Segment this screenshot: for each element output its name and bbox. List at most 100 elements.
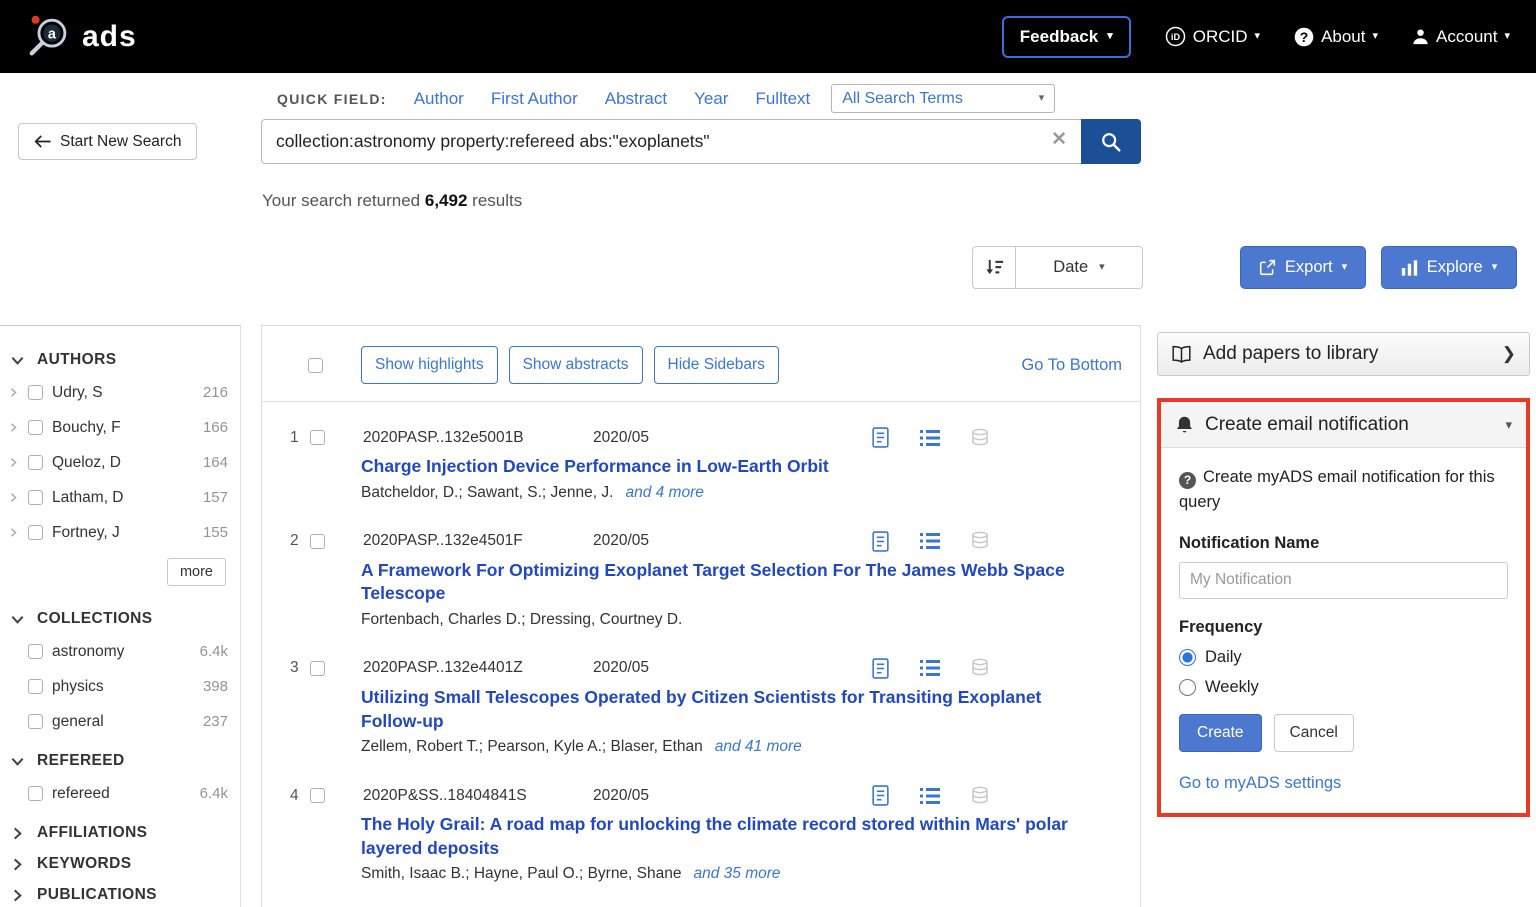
search-submit-button[interactable]: [1081, 119, 1141, 164]
quick-field-fulltext[interactable]: Fulltext: [755, 89, 810, 109]
sort-field-dropdown[interactable]: Date ▾: [1016, 246, 1143, 289]
result-title-link[interactable]: A Framework For Optimizing Exoplanet Tar…: [361, 559, 1069, 606]
chevron-right-icon[interactable]: [8, 527, 23, 538]
abstract-document-icon[interactable]: [871, 785, 890, 806]
add-papers-to-library[interactable]: Add papers to library ❯: [1157, 332, 1530, 376]
facet-checkbox[interactable]: [28, 679, 43, 694]
facet-checkbox[interactable]: [28, 455, 43, 470]
data-products-icon[interactable]: [970, 786, 990, 806]
result-checkbox[interactable]: [310, 534, 325, 549]
result-checkbox[interactable]: [310, 661, 325, 676]
references-list-icon[interactable]: [920, 659, 940, 677]
quick-field-first-author[interactable]: First Author: [491, 89, 578, 109]
action-row: Date ▾ Export ▾ Explore ▾: [0, 225, 1536, 310]
result-title-link[interactable]: Utilizing Small Telescopes Operated by C…: [361, 686, 1069, 733]
ads-brand[interactable]: a ads: [26, 13, 137, 61]
chevron-right-icon[interactable]: [8, 457, 23, 468]
facet-checkbox[interactable]: [28, 385, 43, 400]
facet-item-collection[interactable]: astronomy 6.4k: [8, 634, 228, 669]
select-all-checkbox[interactable]: [308, 358, 323, 373]
facet-checkbox[interactable]: [28, 786, 43, 801]
quick-field-abstract[interactable]: Abstract: [605, 89, 667, 109]
result-title-link[interactable]: The Holy Grail: A road map for unlocking…: [361, 813, 1069, 860]
export-button[interactable]: Export ▾: [1240, 246, 1366, 289]
result-title-link[interactable]: Charge Injection Device Performance in L…: [361, 455, 1069, 479]
chevron-right-icon[interactable]: [8, 492, 23, 503]
facet-group-collections[interactable]: COLLECTIONS: [10, 610, 228, 628]
search-input[interactable]: [261, 119, 1081, 164]
show-highlights-button[interactable]: Show highlights: [361, 346, 498, 384]
chevron-right-icon[interactable]: [8, 422, 23, 433]
hide-sidebars-button[interactable]: Hide Sidebars: [654, 346, 779, 384]
cancel-button[interactable]: Cancel: [1274, 714, 1354, 752]
weekly-radio[interactable]: [1179, 679, 1196, 696]
quick-field-author[interactable]: Author: [414, 89, 464, 109]
create-button[interactable]: Create: [1179, 714, 1262, 752]
chevron-right-icon[interactable]: [8, 387, 23, 398]
result-more-authors-link[interactable]: and 35 more: [694, 865, 781, 882]
facet-item-author[interactable]: Udry, S 216: [8, 375, 228, 410]
result-bibcode: 2020PASP..132e5001B: [363, 429, 593, 447]
caret-down-icon: ▾: [1492, 262, 1498, 273]
account-menu[interactable]: Account ▾: [1412, 27, 1510, 47]
facet-group-authors[interactable]: AUTHORS: [10, 351, 228, 369]
facet-item-collection[interactable]: physics 398: [8, 669, 228, 704]
orcid-menu[interactable]: iD ORCID ▾: [1165, 26, 1260, 47]
daily-radio[interactable]: [1179, 649, 1196, 666]
result-more-authors-link[interactable]: and 4 more: [625, 484, 703, 501]
facet-checkbox[interactable]: [28, 420, 43, 435]
result-checkbox[interactable]: [310, 430, 325, 445]
sort-field-value: Date: [1053, 258, 1088, 277]
facet-checkbox[interactable]: [28, 644, 43, 659]
abstract-document-icon[interactable]: [871, 658, 890, 679]
results-panel: Show highlights Show abstracts Hide Side…: [261, 325, 1141, 907]
facet-item-author[interactable]: Fortney, J 155: [8, 515, 228, 550]
abstract-document-icon[interactable]: [871, 531, 890, 552]
references-list-icon[interactable]: [920, 532, 940, 550]
chevron-right-icon: [10, 826, 25, 841]
facet-group-publications[interactable]: PUBLICATIONS: [10, 886, 228, 904]
about-menu[interactable]: ? About ▾: [1294, 27, 1378, 47]
result-more-authors-link[interactable]: and 41 more: [715, 738, 802, 755]
sort-direction-button[interactable]: [972, 246, 1016, 289]
explore-button[interactable]: Explore ▾: [1381, 246, 1517, 289]
create-notification-header[interactable]: Create email notification ▾: [1161, 402, 1526, 448]
data-products-icon[interactable]: [970, 531, 990, 551]
frequency-daily-option[interactable]: Daily: [1179, 648, 1508, 667]
show-abstracts-button[interactable]: Show abstracts: [509, 346, 643, 384]
notification-name-input[interactable]: [1179, 562, 1508, 599]
feedback-button[interactable]: Feedback ▾: [1002, 16, 1131, 58]
start-new-search-button[interactable]: Start New Search: [18, 123, 197, 160]
data-products-icon[interactable]: [970, 428, 990, 448]
clear-search-icon[interactable]: ✕: [1051, 128, 1067, 151]
facet-checkbox[interactable]: [28, 525, 43, 540]
quick-field-year[interactable]: Year: [694, 89, 728, 109]
facet-label: Udry, S: [52, 384, 103, 402]
abstract-document-icon[interactable]: [871, 427, 890, 448]
facet-item-author[interactable]: Queloz, D 164: [8, 445, 228, 480]
frequency-weekly-option[interactable]: Weekly: [1179, 678, 1508, 697]
facet-checkbox[interactable]: [28, 490, 43, 505]
facet-group-keywords[interactable]: KEYWORDS: [10, 855, 228, 873]
result-authors: Batcheldor, D.; Sawant, S.; Jenne, J.and…: [361, 484, 1120, 502]
references-list-icon[interactable]: [920, 787, 940, 805]
facet-item-author[interactable]: Bouchy, F 166: [8, 410, 228, 445]
result-index: 3: [290, 659, 308, 677]
references-list-icon[interactable]: [920, 429, 940, 447]
myads-settings-link[interactable]: Go to myADS settings: [1179, 774, 1341, 793]
data-products-icon[interactable]: [970, 658, 990, 678]
facet-item-refereed[interactable]: refereed 6.4k: [8, 776, 228, 811]
go-to-bottom-link[interactable]: Go To Bottom: [1021, 356, 1122, 375]
facet-item-author[interactable]: Latham, D 157: [8, 480, 228, 515]
result-checkbox[interactable]: [310, 788, 325, 803]
facet-group-affiliations[interactable]: AFFILIATIONS: [10, 824, 228, 842]
authors-more-button[interactable]: more: [167, 558, 226, 586]
facet-checkbox[interactable]: [28, 714, 43, 729]
result-index: 1: [290, 429, 308, 447]
library-panel-title: Add papers to library: [1203, 343, 1378, 365]
facet-group-refereed[interactable]: REFEREED: [10, 752, 228, 770]
facet-item-collection[interactable]: general 237: [8, 704, 228, 739]
search-terms-dropdown[interactable]: All Search Terms ▾: [831, 84, 1055, 113]
search-bar: ✕: [261, 119, 1141, 164]
caret-down-icon: ▾: [1039, 93, 1045, 104]
